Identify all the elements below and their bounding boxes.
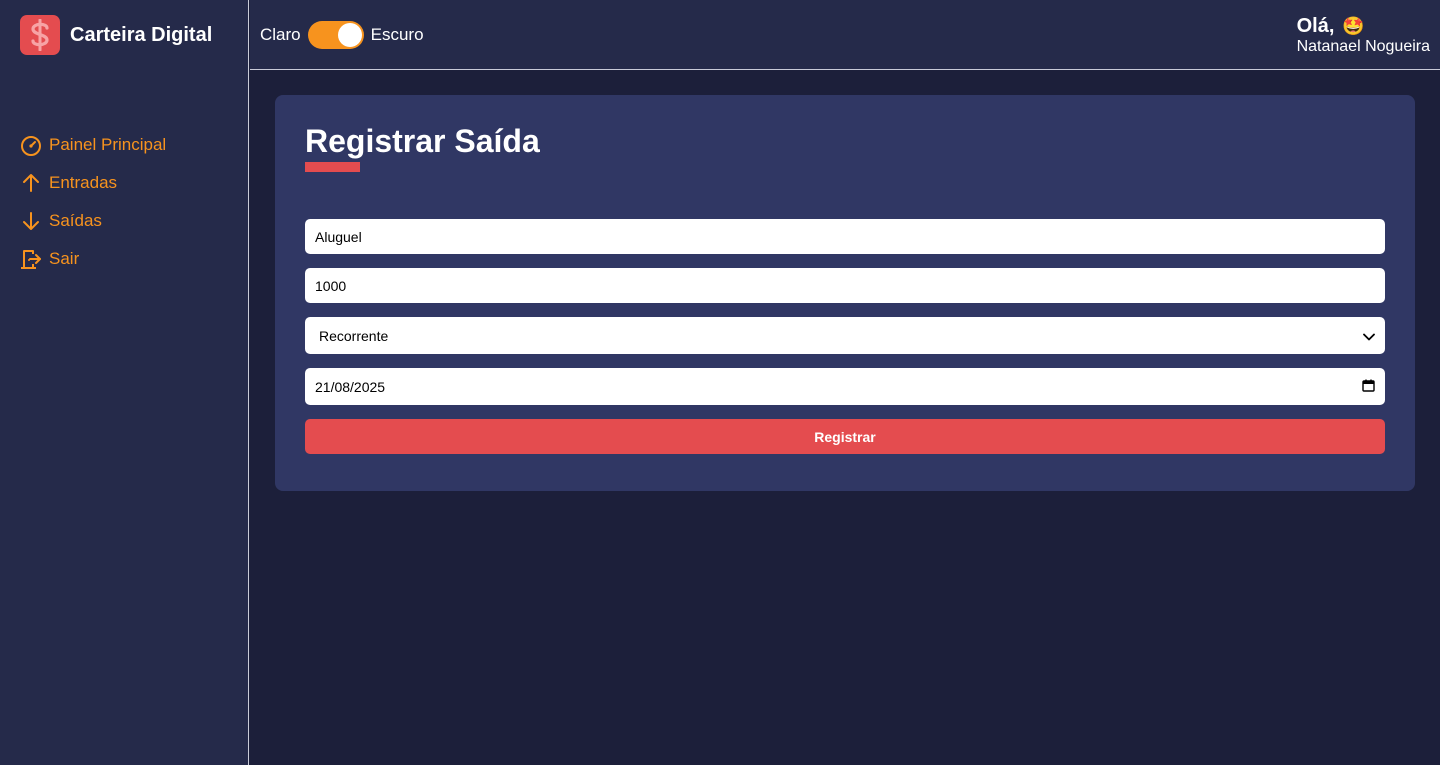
- sidebar-item-painel-principal[interactable]: Painel Principal: [20, 126, 166, 164]
- sidebar-item-label: Entradas: [49, 173, 118, 192]
- amount-input[interactable]: 1000: [305, 268, 1385, 303]
- app-root: Carteira Digital Painel Principal Entrad…: [0, 0, 1440, 765]
- frequency-select[interactable]: Recorrente: [305, 317, 1385, 354]
- top-header: Claro Escuro Olá, 🤩 Natanael Nogueira: [250, 0, 1440, 70]
- user-greeting: Olá, 🤩 Natanael Nogueira: [1297, 15, 1430, 56]
- brand: Carteira Digital: [20, 15, 212, 55]
- description-value: Aluguel: [315, 228, 362, 245]
- dashboard-gauge-icon: [20, 134, 42, 156]
- brand-title: Carteira Digital: [70, 23, 213, 46]
- frequency-selected-value: Recorrente: [319, 327, 389, 344]
- theme-switch-knob: [337, 23, 362, 47]
- sidebar-item-label: Painel Principal: [49, 135, 167, 154]
- sidebar-menu: Painel Principal Entradas Saídas Sair: [20, 126, 166, 278]
- theme-dark-label: Escuro: [370, 25, 424, 44]
- sidebar-item-label: Saídas: [49, 211, 102, 230]
- arrow-up-icon: [20, 172, 42, 194]
- chevron-down-icon: [1363, 328, 1375, 344]
- amount-value: 1000: [315, 277, 347, 294]
- register-expense-card: Registrar Saída Aluguel 1000 Recorrente …: [275, 95, 1415, 491]
- description-input[interactable]: Aluguel: [305, 219, 1385, 254]
- sidebar: Carteira Digital Painel Principal Entrad…: [0, 0, 249, 765]
- dollar-icon: [20, 15, 60, 55]
- theme-light-label: Claro: [260, 25, 301, 44]
- arrow-down-icon: [20, 210, 42, 232]
- sidebar-item-entradas[interactable]: Entradas: [20, 164, 166, 202]
- star-struck-emoji-icon: 🤩: [1342, 15, 1365, 36]
- date-value: 21/08/2025: [315, 378, 386, 395]
- register-button[interactable]: Registrar: [305, 419, 1385, 454]
- sidebar-item-label: Sair: [49, 249, 80, 268]
- theme-toggle: Claro Escuro: [260, 20, 424, 50]
- sidebar-item-sair[interactable]: Sair: [20, 240, 166, 278]
- calendar-icon[interactable]: [1362, 379, 1375, 395]
- greeting-text: Olá,: [1296, 14, 1335, 37]
- user-name: Natanael Nogueira: [1296, 38, 1430, 55]
- sidebar-item-saidas[interactable]: Saídas: [20, 202, 166, 240]
- theme-switch[interactable]: [307, 21, 364, 49]
- greeting-line: Olá, 🤩: [1297, 15, 1430, 37]
- exit-door-icon: [20, 248, 42, 270]
- title-underline: [305, 162, 360, 172]
- page-title: Registrar Saída: [305, 123, 540, 159]
- date-input[interactable]: 21/08/2025: [305, 368, 1385, 405]
